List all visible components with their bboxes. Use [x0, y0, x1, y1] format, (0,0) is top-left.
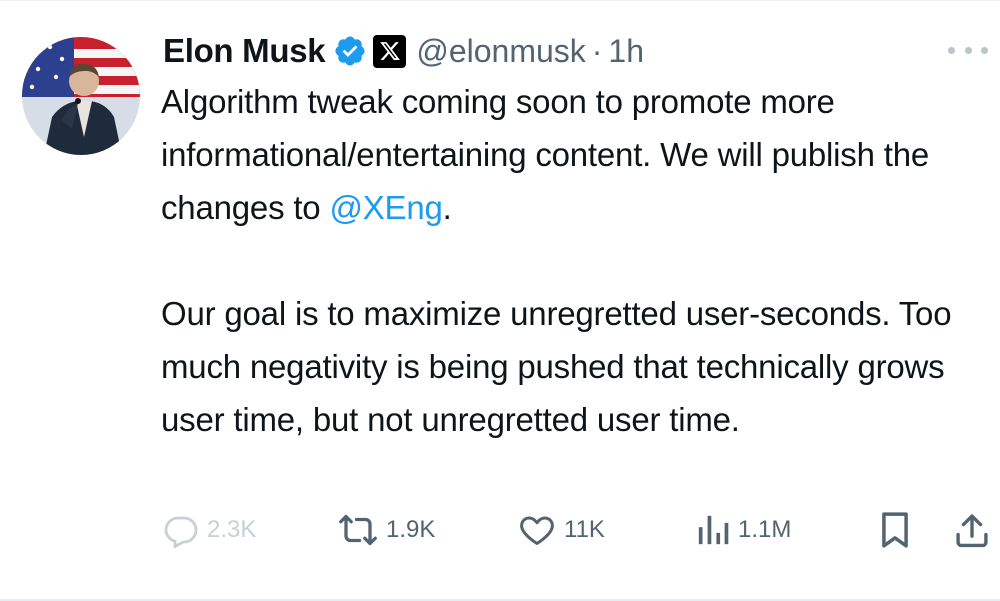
like-count: 11K [564, 516, 605, 543]
tweet-text: Algorithm tweak coming soon to promote m… [161, 75, 997, 446]
views-count: 1.1M [738, 516, 792, 543]
tweet-text-part: . [442, 189, 452, 226]
mention-link[interactable]: @XEng [329, 189, 442, 226]
reply-button[interactable]: 2.3K [163, 507, 256, 553]
bookmark-button[interactable] [879, 507, 911, 553]
reply-icon [164, 516, 198, 548]
share-button[interactable] [955, 507, 989, 553]
heart-icon [520, 516, 554, 545]
share-icon [956, 514, 988, 548]
verified-badge-icon[interactable] [333, 34, 367, 68]
tweet-header: Elon Musk @elonmusk · 1h [163, 31, 644, 71]
repost-button[interactable]: 1.9K [338, 507, 435, 553]
repost-count: 1.9K [386, 516, 436, 543]
like-button[interactable]: 11K [518, 507, 605, 553]
tweet-card[interactable]: Elon Musk @elonmusk · 1h Algorithm tweak… [0, 0, 1000, 601]
tweet-paragraph-2: Our goal is to maximize unregretted user… [161, 295, 952, 438]
author-handle[interactable]: @elonmusk [416, 33, 585, 70]
avatar[interactable] [22, 37, 140, 155]
repost-icon [339, 514, 377, 546]
more-options-icon[interactable] [948, 37, 988, 63]
x-logo-icon[interactable] [373, 34, 407, 68]
views-chart-icon [698, 515, 729, 545]
action-bar: 2.3K 1.9K 11K 1.1M [163, 507, 993, 553]
timestamp[interactable]: 1h [608, 33, 644, 70]
author-name[interactable]: Elon Musk [163, 32, 326, 70]
reply-count: 2.3K [207, 516, 257, 543]
views-button[interactable]: 1.1M [696, 507, 791, 553]
bookmark-icon [882, 512, 908, 548]
tweet-paragraph-1: Algorithm tweak coming soon to promote m… [161, 75, 997, 234]
tweet-text-part: Algorithm tweak coming soon to promote m… [161, 83, 929, 226]
separator-dot: · [591, 32, 603, 69]
